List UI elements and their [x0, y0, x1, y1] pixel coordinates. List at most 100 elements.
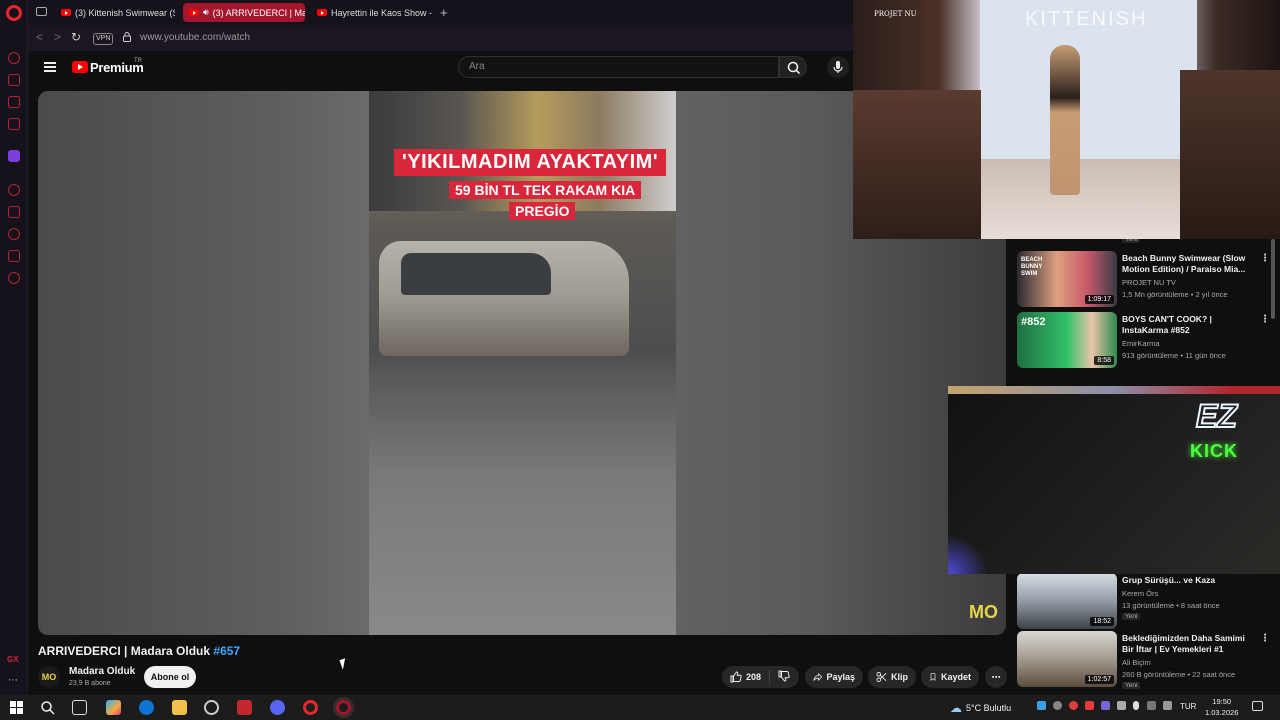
tab-kittenish[interactable]: (3) Kittenish Swimwear (S [55, 3, 175, 22]
new-tab-button[interactable]: + [440, 5, 448, 20]
opera-gx-icon[interactable] [336, 700, 351, 715]
file-explorer-icon[interactable] [172, 700, 187, 715]
save-button[interactable]: Kaydet [921, 666, 979, 688]
tray-app-icon[interactable] [1053, 701, 1062, 710]
tab-arrivederci[interactable]: 🔊︎ (3) ARRIVEDERCI | Ma [183, 3, 305, 22]
opera-logo-icon[interactable] [6, 5, 22, 21]
network-icon[interactable] [1147, 701, 1156, 710]
menu-icon[interactable] [44, 62, 56, 72]
rec-title[interactable]: Grup Sürüşü... ve Kaza [1122, 575, 1254, 586]
rec-title[interactable]: Beach Bunny Swimwear (Slow Motion Editio… [1122, 253, 1254, 275]
more-dots-icon[interactable]: ⋯ [8, 675, 18, 686]
weather-widget[interactable]: ☁ 5°C Bulutlu [950, 701, 1011, 715]
cube-icon[interactable] [8, 250, 20, 262]
rec-channel[interactable]: EmirKarma [1122, 339, 1160, 348]
cam-top-strip [948, 386, 1280, 394]
forward-button[interactable]: > [54, 30, 61, 44]
van-window [401, 253, 551, 295]
youtube-favicon-icon [189, 9, 199, 16]
video-caption-3: PREGİO [509, 202, 576, 220]
instagram-icon[interactable] [8, 118, 20, 130]
pip-webcam-video[interactable]: EZ KICK [948, 386, 1280, 574]
search-icon[interactable] [40, 700, 55, 715]
bookmark-icon[interactable] [8, 206, 20, 218]
aria-icon[interactable] [8, 52, 20, 64]
tray-app-icon[interactable] [1101, 701, 1110, 710]
cloud-icon: ☁ [950, 701, 962, 715]
tab-bar: (3) Kittenish Swimwear (S 🔊︎ (3) ARRIVED… [28, 0, 853, 25]
rec-channel[interactable]: Ali Biçim [1122, 658, 1151, 667]
youtube-favicon-icon [317, 9, 327, 16]
subscribe-button[interactable]: Abone ol [144, 666, 196, 688]
tray-app-icon[interactable] [1117, 701, 1126, 710]
video-thumbnail[interactable]: 1:02:57 [1017, 631, 1117, 687]
list-item[interactable]: 1:02:57 Beklediğimizden Daha Samimi Bir … [1017, 631, 1272, 689]
more-actions-button[interactable]: ⋯ [985, 666, 1007, 688]
avatar[interactable]: MO [38, 666, 60, 688]
history-icon[interactable] [8, 228, 20, 240]
list-item[interactable]: BEACH BUNNY SWIM 1:09:17 Beach Bunny Swimw… [1017, 251, 1272, 309]
lock-icon[interactable] [123, 32, 131, 42]
windows-start-icon[interactable] [9, 700, 24, 715]
microphone-icon[interactable] [1133, 701, 1139, 710]
rec-title[interactable]: BOYS CAN'T COOK? | InstaKarma #852 [1122, 314, 1254, 336]
channel-name[interactable]: Madara Olduk [69, 666, 135, 677]
back-button[interactable]: < [36, 30, 43, 44]
video-app-icon[interactable] [237, 700, 252, 715]
scrollbar-thumb[interactable] [1271, 239, 1275, 319]
gx-label: GX [7, 655, 19, 664]
copilot-icon[interactable] [106, 700, 121, 715]
channel-watermark[interactable]: MO [969, 602, 998, 623]
list-item[interactable]: #852 8:58 BOYS CAN'T COOK? | InstaKarma … [1017, 312, 1272, 370]
rec-channel[interactable]: PROJET NU TV [1122, 278, 1176, 287]
more-vert-icon[interactable]: ⋮ [1260, 253, 1270, 264]
tray-app-icon[interactable] [1069, 701, 1078, 710]
youtube-favicon-icon [61, 9, 71, 16]
tray-app-icon[interactable] [1037, 701, 1046, 710]
video-thumbnail[interactable]: 18:52 [1017, 573, 1117, 629]
more-vert-icon[interactable]: ⋮ [1260, 633, 1270, 644]
dislike-button[interactable] [770, 670, 798, 684]
rec-channel[interactable]: Kerem Örs [1122, 589, 1158, 598]
video-thumbnail[interactable]: #852 8:58 [1017, 312, 1117, 368]
more-vert-icon[interactable]: ⋮ [1260, 314, 1270, 325]
vpn-badge[interactable]: VPN [93, 33, 114, 45]
share-button[interactable]: Paylaş [805, 666, 863, 688]
tab-kaos-show[interactable]: Hayrettin ile Kaos Show - [311, 3, 433, 22]
youtube-logo-icon[interactable] [72, 61, 88, 73]
url-field[interactable]: www.youtube.com/watch [140, 32, 250, 43]
reload-button[interactable]: ↻ [71, 30, 81, 44]
bookmark-icon [930, 673, 936, 682]
discord-icon[interactable] [270, 700, 285, 715]
search-input[interactable]: Ara [458, 56, 779, 78]
task-view-icon[interactable] [72, 700, 87, 715]
clock[interactable]: 19:50 1.03.2026 [1205, 696, 1238, 718]
list-item[interactable]: 18:52 Grup Sürüşü... ve Kaza Kerem Örs 1… [1017, 573, 1272, 631]
runway-model [1050, 45, 1080, 195]
workspaces-icon[interactable] [36, 7, 47, 16]
language-indicator[interactable]: TUR [1180, 702, 1196, 711]
video-thumbnail[interactable]: BEACH BUNNY SWIM 1:09:17 [1017, 251, 1117, 307]
twitch-icon[interactable] [8, 150, 20, 162]
speaker-icon[interactable]: 🔊︎ [203, 7, 209, 18]
video-hashtag[interactable]: #657 [213, 644, 240, 658]
steam-icon[interactable] [204, 700, 219, 715]
settings-icon[interactable] [8, 272, 20, 284]
pip-runway-video[interactable]: KITTENISH PROJET NU [853, 0, 1280, 239]
windows-taskbar: ☁ 5°C Bulutlu TUR 19:50 1.03.2026 [0, 695, 1280, 720]
notification-icon[interactable] [1252, 701, 1263, 711]
region-code: TR [134, 58, 142, 64]
player-icon[interactable] [8, 184, 20, 196]
voice-search-button[interactable] [827, 56, 849, 78]
clip-button[interactable]: Klip [868, 666, 916, 688]
rec-title[interactable]: Beklediğimizden Daha Samimi Bir İftar | … [1122, 633, 1254, 655]
bag-icon[interactable] [8, 74, 20, 86]
search-button[interactable] [779, 56, 807, 78]
opera-icon[interactable] [303, 700, 318, 715]
video-frame[interactable]: 'YIKILMADIM AYAKTAYIM' 59 BİN TL TEK RAK… [369, 91, 676, 635]
like-button[interactable]: 208 [722, 670, 771, 684]
messenger-icon[interactable] [8, 96, 20, 108]
volume-icon[interactable] [1163, 701, 1172, 710]
tray-app-icon[interactable] [1085, 701, 1094, 710]
edge-icon[interactable] [139, 700, 154, 715]
